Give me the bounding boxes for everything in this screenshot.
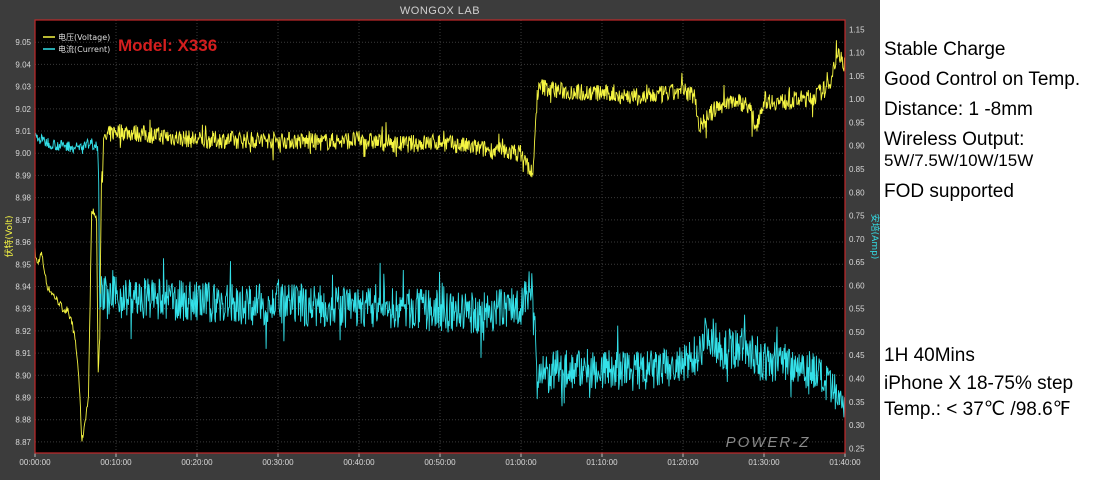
y-left-tick-label: 9.01 <box>15 127 31 136</box>
y-right-tick-label: 1.05 <box>849 72 865 81</box>
y-right-tick-label: 0.45 <box>849 351 865 360</box>
y-left-tick-label: 8.89 <box>15 393 31 402</box>
y-left-tick-label: 8.93 <box>15 305 31 314</box>
y-right-tick-label: 1.10 <box>849 49 865 58</box>
note-stable-charge: Stable Charge <box>884 39 1006 60</box>
y-left-tick-label: 8.88 <box>15 416 31 425</box>
x-tick-label: 00:10:00 <box>100 458 132 467</box>
x-tick-label: 01:40:00 <box>829 458 861 467</box>
y-right-tick-label: 0.35 <box>849 398 865 407</box>
y-right-tick-label: 0.70 <box>849 235 865 244</box>
note-device: iPhone X 18-75% step <box>884 373 1074 394</box>
y-left-tick-label: 8.92 <box>15 327 31 336</box>
y-left-tick-label: 8.97 <box>15 216 31 225</box>
y-right-tick-label: 0.25 <box>849 444 865 453</box>
y-left-tick-label: 8.99 <box>15 171 31 180</box>
voltage-current-chart: 8.87 8.88 8.89 8.90 8.91 8.92 8.93 8.94 8.95 8.96… <box>3 5 880 467</box>
y-right-tick-label: 0.55 <box>849 305 865 314</box>
x-tick-label: 01:10:00 <box>586 458 618 467</box>
y-left-tick-label: 8.96 <box>15 238 31 247</box>
y-right-tick-label: 0.75 <box>849 212 865 221</box>
y-right-axis-label: 安培(Amp) <box>869 214 880 260</box>
chart-title: WONGOX LAB <box>400 5 480 17</box>
y-left-tick-label: 8.94 <box>15 282 31 291</box>
y-left-tick-label: 8.87 <box>15 438 31 447</box>
y-right-tick-label: 0.85 <box>849 165 865 174</box>
y-right-tick-label: 0.40 <box>849 375 865 384</box>
y-right-tick-label: 0.90 <box>849 142 865 151</box>
y-left-tick-label: 8.95 <box>15 260 31 269</box>
x-tick-label: 00:30:00 <box>262 458 294 467</box>
x-tick-label: 00:00:00 <box>19 458 51 467</box>
y-right-tick-label: 0.30 <box>849 421 865 430</box>
y-right-tick-label: 0.60 <box>849 281 865 290</box>
note-temp-control: Good Control on Temp. <box>884 69 1081 90</box>
y-left-axis-label: 伏特(Volt) <box>3 215 15 257</box>
note-fod: FOD supported <box>884 181 1014 202</box>
y-right-tick-label: 1.15 <box>849 25 865 34</box>
legend-label: 电流(Current) <box>58 44 110 54</box>
y-right-tick-label: 0.95 <box>849 118 865 127</box>
y-left-tick-label: 9.05 <box>15 38 31 47</box>
y-left-tick-label: 9.03 <box>15 83 31 92</box>
model-annotation: Model: X336 <box>118 36 217 55</box>
legend-label: 电压(Voltage) <box>58 32 110 42</box>
x-tick-label: 01:30:00 <box>748 458 780 467</box>
y-left-tick-label: 9.00 <box>15 149 31 158</box>
note-temperature: Temp.: < 37℃ /98.6℉ <box>884 399 1071 420</box>
x-tick-label: 00:50:00 <box>424 458 456 467</box>
note-output-levels: 5W/7.5W/10W/15W <box>884 151 1034 170</box>
x-tick-label: 00:20:00 <box>181 458 213 467</box>
y-left-tick-label: 8.98 <box>15 194 31 203</box>
x-tick-label: 00:40:00 <box>343 458 375 467</box>
y-left-tick-label: 9.04 <box>15 60 31 69</box>
watermark: POWER-Z <box>726 434 811 451</box>
y-left-tick-label: 8.90 <box>15 371 31 380</box>
note-wireless-output: Wireless Output: <box>884 129 1025 150</box>
y-right-tick-label: 1.00 <box>849 95 865 104</box>
y-right-tick-label: 0.50 <box>849 328 865 337</box>
x-tick-label: 01:20:00 <box>667 458 699 467</box>
note-distance: Distance: 1 -8mm <box>884 99 1033 120</box>
chart-panel: 8.87 8.88 8.89 8.90 8.91 8.92 8.93 8.94 8.95 8.96… <box>0 0 880 480</box>
note-duration: 1H 40Mins <box>884 345 975 366</box>
y-right-tick-label: 0.80 <box>849 188 865 197</box>
y-left-tick-label: 9.02 <box>15 105 31 114</box>
y-right-tick-label: 0.65 <box>849 258 865 267</box>
y-left-tick-label: 8.91 <box>15 349 31 358</box>
x-tick-label: 01:00:00 <box>505 458 537 467</box>
